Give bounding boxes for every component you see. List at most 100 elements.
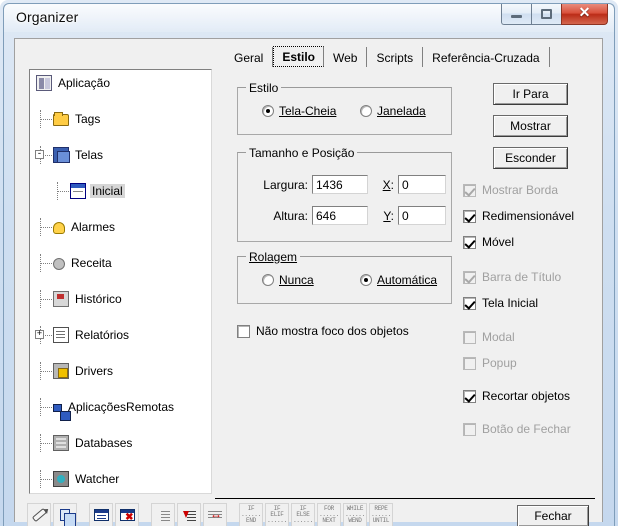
- maximize-icon: [541, 9, 552, 19]
- checkbox-tela-inicial[interactable]: Tela Inicial: [463, 296, 538, 310]
- tree-item-receita[interactable]: Receita: [30, 254, 211, 272]
- checkbox-label: Popup: [482, 356, 517, 370]
- tree-item-hist-rico[interactable]: Histórico: [30, 290, 211, 308]
- altura-input[interactable]: [312, 206, 368, 225]
- if-elif-button[interactable]: IF ELIF ......: [265, 503, 289, 526]
- checkbox-redimension-vel[interactable]: Redimensionável: [463, 209, 574, 223]
- tab-web[interactable]: Web: [324, 47, 368, 67]
- tree-item-label: Watcher: [75, 472, 120, 486]
- mostrar-button[interactable]: Mostrar: [493, 115, 568, 137]
- checkbox-indicator: [463, 296, 476, 310]
- tree-line-dash: [41, 479, 52, 480]
- tree-item-tags[interactable]: Tags: [30, 110, 211, 128]
- checkbox-recortar-objetos[interactable]: Recortar objetos: [463, 389, 570, 403]
- tab-label: Geral: [234, 50, 264, 65]
- checkbox-label: Recortar objetos: [482, 389, 571, 403]
- bell-icon: [53, 222, 65, 234]
- maximize-button[interactable]: [531, 4, 561, 25]
- tree-item-aplica-esremotas[interactable]: AplicaçõesRemotas: [30, 398, 211, 421]
- swap-lines-icon: [208, 508, 222, 521]
- checkbox-m-vel[interactable]: Móvel: [463, 235, 514, 249]
- sort-lines-icon: [182, 510, 196, 521]
- radio-janelada[interactable]: Janelada: [360, 104, 426, 118]
- swap-lines-button[interactable]: [203, 503, 227, 526]
- rolagem-group-title: Rolagem: [246, 250, 301, 264]
- checkbox-nao-mostra-foco[interactable]: Não mostra foco dos objetos: [237, 324, 409, 338]
- checkbox-indicator: [463, 330, 476, 344]
- esconder-button[interactable]: Esconder: [493, 147, 568, 169]
- checkbox-indicator: [463, 356, 476, 370]
- tab-estilo[interactable]: Estilo: [273, 46, 325, 67]
- tree-line-dash: [41, 227, 52, 228]
- checkbox-indicator: [463, 270, 476, 284]
- tree-line-dash: [41, 263, 52, 264]
- ir-para-button[interactable]: Ir Para: [493, 83, 568, 105]
- properties-grid-button[interactable]: [89, 503, 113, 526]
- insert-lines-icon: [157, 510, 170, 521]
- insert-lines-button[interactable]: [151, 503, 175, 526]
- sort-lines-button[interactable]: [177, 503, 201, 526]
- tree-line-dash: [41, 119, 52, 120]
- close-window-button[interactable]: ✕: [561, 4, 608, 25]
- checkbox-nao-mostra-foco-indicator: [237, 324, 250, 338]
- rolagem-groupbox: Rolagem Nunca Automática: [237, 250, 452, 304]
- checkbox-bot-o-de-fechar: Botão de Fechar: [463, 422, 571, 436]
- radio-nunca-label: Nunca: [279, 273, 314, 287]
- for-next-button[interactable]: FOR ...... NEXT: [317, 503, 341, 526]
- watcher-icon: [53, 471, 69, 487]
- tree-line-dash: [58, 191, 69, 192]
- tree-expander-expand[interactable]: +: [35, 330, 44, 339]
- x-label: X:: [382, 178, 394, 192]
- history-icon: [53, 291, 69, 307]
- largura-label: Largura:: [263, 178, 308, 192]
- tab-scripts[interactable]: Scripts: [367, 47, 424, 67]
- tree-expander-collapse[interactable]: -: [35, 150, 44, 159]
- tree-item-label: Telas: [75, 148, 104, 162]
- y-input[interactable]: [398, 206, 446, 225]
- tree-line-dash: [41, 407, 52, 408]
- checkbox-indicator: [463, 209, 476, 223]
- titlebar[interactable]: Organizer ✕: [4, 4, 614, 34]
- delete-grid-button[interactable]: [115, 503, 139, 526]
- edit-pencil-button[interactable]: [27, 503, 51, 526]
- copy-button[interactable]: [53, 503, 77, 526]
- screens-icon: [53, 147, 70, 163]
- navigation-tree[interactable]: Aplicação Tags - Telas Inicial Alarmes Receita…: [29, 69, 212, 494]
- repeat-until-icon: REPE ...... UNTIL: [371, 505, 391, 524]
- repeat-until-button[interactable]: REPE ...... UNTIL: [369, 503, 393, 526]
- radio-tela-cheia[interactable]: Tela-Cheia: [262, 104, 336, 118]
- organizer-window: Organizer ✕ Geral Estilo Web Scripts Referên…: [0, 0, 618, 526]
- tab-geral[interactable]: Geral: [225, 47, 274, 67]
- fechar-button[interactable]: Fechar: [517, 505, 589, 526]
- checkbox-label: Móvel: [482, 235, 515, 249]
- while-wend-button[interactable]: WHILE ...... WEND: [343, 503, 367, 526]
- tree-item-inicial[interactable]: Inicial: [30, 182, 211, 200]
- if-else-button[interactable]: IF ELSE ......: [291, 503, 315, 526]
- checkbox-label: Barra de Título: [482, 270, 562, 284]
- tree-item-label: Alarmes: [71, 220, 116, 234]
- tree-item-drivers[interactable]: Drivers: [30, 362, 211, 380]
- checkbox-indicator: [463, 235, 476, 249]
- checkbox-popup: Popup: [463, 356, 517, 370]
- tab-label: Estilo: [282, 49, 316, 64]
- checkbox-indicator: [463, 183, 476, 197]
- delete-grid-icon: [119, 509, 135, 523]
- x-input[interactable]: [398, 175, 446, 194]
- if-end-button[interactable]: IF ...... END: [239, 503, 263, 526]
- close-icon: ✕: [578, 6, 591, 21]
- largura-input[interactable]: [312, 175, 368, 194]
- radio-nunca[interactable]: Nunca: [262, 273, 314, 287]
- properties-grid-icon: [93, 509, 109, 521]
- edit-pencil-icon: [31, 507, 47, 523]
- minimize-button[interactable]: [501, 4, 531, 25]
- checkbox-nao-mostra-foco-label: Não mostra foco dos objetos: [256, 324, 409, 338]
- minimize-icon: [511, 15, 522, 18]
- radio-automatica[interactable]: Automática: [360, 273, 437, 287]
- tree-item-relat-rios[interactable]: + Relatórios: [30, 326, 211, 344]
- tree-item-telas[interactable]: - Telas: [30, 146, 211, 164]
- tree-item-watcher[interactable]: Watcher: [30, 470, 211, 488]
- tab-refer-ncia-cruzada[interactable]: Referência-Cruzada: [423, 47, 550, 67]
- tree-item-alarmes[interactable]: Alarmes: [30, 218, 211, 236]
- tree-item-databases[interactable]: Databases: [30, 434, 211, 452]
- tree-item-aplica-o[interactable]: Aplicação: [30, 74, 211, 92]
